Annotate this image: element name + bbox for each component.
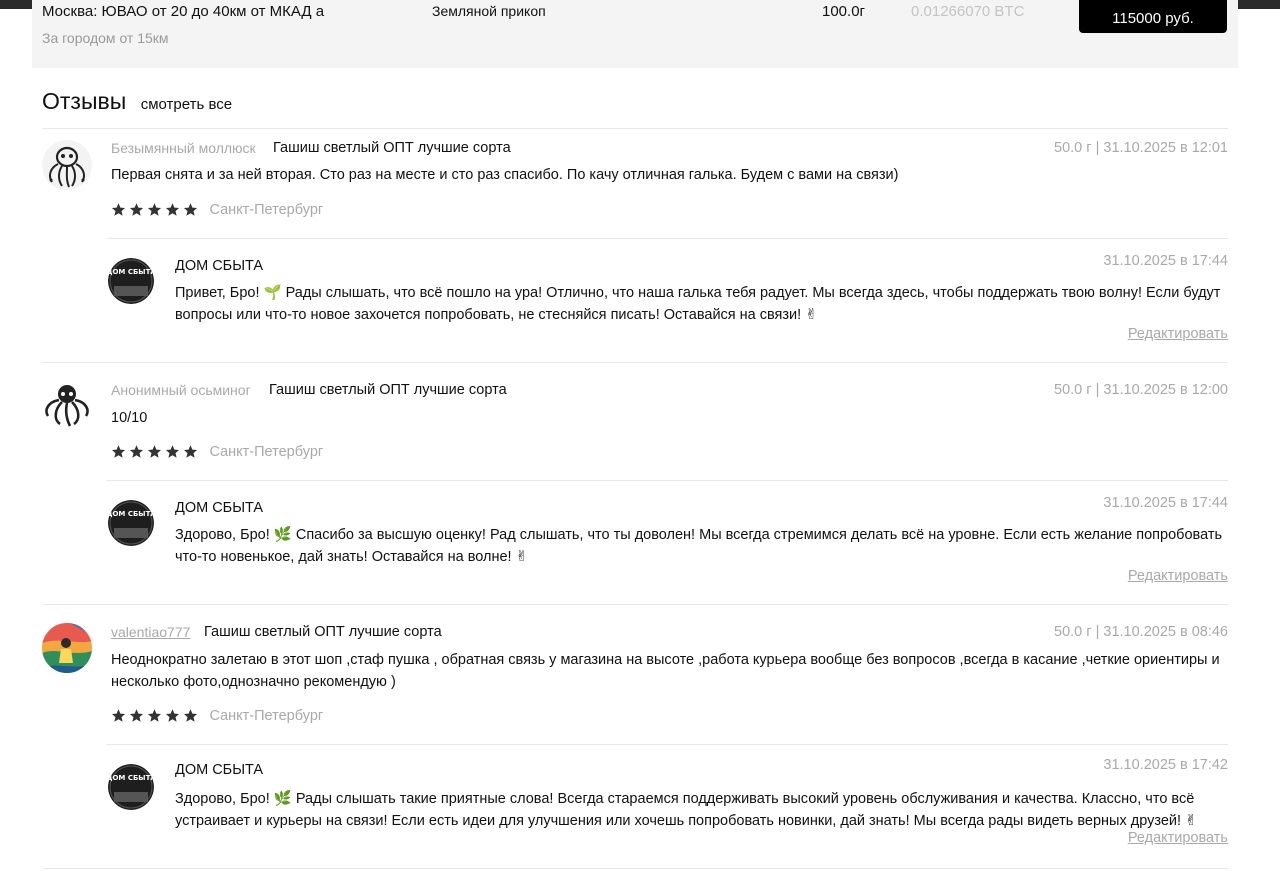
shop-logo-avatar: ДОМ СБЫТА — [108, 258, 154, 304]
review-author: Анонимный осьминог — [111, 382, 251, 398]
reply-text: Здорово, Бро! 🌿 Спасибо за высшую оценку… — [175, 527, 1223, 565]
reply-shop-name: ДОМ СБЫТА — [175, 500, 264, 516]
star-icon — [183, 444, 198, 459]
review-author: Безымянный моллюск — [111, 140, 256, 156]
review-product[interactable]: Гашиш светлый ОПТ лучшие сорта — [269, 382, 507, 398]
shop-logo-text: ДОМ СБЫТА — [108, 774, 154, 782]
offer-location: Москва: ЮВАО от 20 до 40км от МКАД а — [42, 3, 325, 20]
star-icon — [165, 708, 180, 723]
edit-reply-link[interactable]: Редактировать — [1128, 326, 1228, 342]
offer-row: Москва: ЮВАО от 20 до 40км от МКАД а За … — [32, 0, 1238, 68]
star-icon — [165, 202, 180, 217]
review-text: Неоднократно залетаю в этот шоп ,стаф пу… — [111, 652, 1220, 690]
star-icon — [183, 708, 198, 723]
review-meta: 50.0 г | 31.10.2025 в 08:46 — [1054, 624, 1228, 640]
edit-reply-link[interactable]: Редактировать — [1128, 568, 1228, 584]
shop-logo-text: ДОМ СБЫТА — [108, 510, 154, 518]
star-icon — [111, 444, 126, 459]
shop-logo-avatar: ДОМ СБЫТА — [108, 500, 154, 546]
review-text: 10/10 — [111, 410, 148, 426]
see-all-reviews-link[interactable]: смотреть все — [141, 96, 232, 113]
reply-text: Привет, Бро! 🌱 Рады слышать, что всё пош… — [175, 285, 1221, 323]
review-city: Санкт-Петербург — [209, 443, 324, 460]
review-rating: Санкт-Петербург — [111, 707, 323, 725]
octopus-avatar-icon — [42, 380, 92, 430]
star-icon — [129, 202, 144, 217]
review-meta: 50.0 г | 31.10.2025 в 12:00 — [1054, 382, 1228, 398]
offer-weight: 100.0г — [822, 3, 866, 20]
reply-text: Здорово, Бро! 🌿 Рады слышать такие прият… — [175, 791, 1198, 829]
shop-logo-text: ДОМ СБЫТА — [108, 268, 154, 276]
star-icon — [111, 202, 126, 217]
review-author-link[interactable]: valentiao777 — [111, 624, 190, 640]
octopus-avatar-icon — [42, 140, 92, 190]
user-photo-avatar-icon — [42, 623, 92, 673]
offer-method: Земляной прикоп — [432, 3, 546, 19]
star-icon — [129, 708, 144, 723]
reply-shop-name: ДОМ СБЫТА — [175, 762, 264, 778]
review-rating: Санкт-Петербург — [111, 443, 323, 461]
reply-date: 31.10.2025 в 17:42 — [1103, 757, 1228, 773]
review-text: Первая снята и за ней вторая. Сто раз на… — [111, 167, 899, 183]
star-icon — [111, 708, 126, 723]
review-meta: 50.0 г | 31.10.2025 в 12:01 — [1054, 140, 1228, 156]
review-city: Санкт-Петербург — [209, 201, 324, 218]
shop-reply: ДОМ СБЫТА ДОМ СБЫТА 31.10.2025 в 17:44 З… — [106, 480, 1228, 604]
review-product[interactable]: Гашиш светлый ОПТ лучшие сорта — [273, 140, 511, 156]
divider — [42, 868, 1228, 869]
reviews-title: Отзывы — [42, 88, 127, 114]
review-item: Анонимный осьминог Гашиш светлый ОПТ луч… — [42, 362, 1228, 480]
star-icon — [147, 708, 162, 723]
review-rating: Санкт-Петербург — [111, 201, 323, 219]
buy-button[interactable]: 115000 руб. — [1079, 0, 1227, 33]
shop-reply: ДОМ СБЫТА ДОМ СБЫТА 31.10.2025 в 17:42 З… — [106, 744, 1228, 868]
reply-date: 31.10.2025 в 17:44 — [1103, 495, 1228, 511]
edit-reply-link[interactable]: Редактировать — [1128, 830, 1228, 846]
review-item: Безымянный моллюск Гашиш светлый ОПТ луч… — [42, 128, 1228, 238]
review-product[interactable]: Гашиш светлый ОПТ лучшие сорта — [204, 624, 442, 640]
star-icon — [129, 444, 144, 459]
reply-shop-name: ДОМ СБЫТА — [175, 258, 264, 274]
reply-date: 31.10.2025 в 17:44 — [1103, 253, 1228, 269]
star-icon — [147, 202, 162, 217]
shop-logo-avatar: ДОМ СБЫТА — [108, 764, 154, 810]
review-city: Санкт-Петербург — [209, 707, 324, 724]
shop-reply: ДОМ СБЫТА ДОМ СБЫТА 31.10.2025 в 17:44 П… — [106, 238, 1228, 362]
review-item: valentiao777 Гашиш светлый ОПТ лучшие со… — [42, 604, 1228, 744]
star-icon — [165, 444, 180, 459]
star-icon — [183, 202, 198, 217]
star-icon — [147, 444, 162, 459]
reviews-header: Отзывы смотреть все — [42, 88, 232, 115]
offer-btc-price: 0.01266070 BTC — [911, 3, 1025, 20]
offer-location-sub: За городом от 15км — [42, 30, 169, 46]
